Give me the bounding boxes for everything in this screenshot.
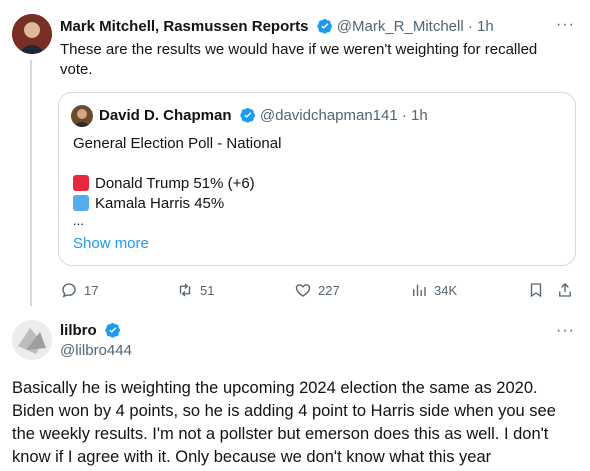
views-count: 34K	[434, 282, 458, 298]
quote-line-trump: Donald Trump 51% (+6)	[73, 175, 255, 192]
tweet2-text: Basically he is weighting the upcoming 2…	[12, 379, 556, 466]
quote-time[interactable]: · 1h	[402, 107, 428, 124]
quote-header: David D. Chapman @davidchapman141 · 1h	[99, 107, 428, 127]
retweet-count: 51	[200, 282, 215, 298]
like-button[interactable]: 227	[294, 281, 340, 299]
harris-result: Kamala Harris 45%	[95, 195, 225, 212]
tweet2-header: lilbro	[60, 322, 121, 342]
quote-title: General Election Poll - National	[73, 135, 282, 152]
verified-badge-icon	[316, 18, 333, 38]
tweet1-text: These are the results we would have if w…	[60, 41, 538, 78]
quote-ellipsis: ...	[73, 213, 84, 228]
quote-author-name[interactable]: David D. Chapman	[99, 107, 232, 124]
tweet-time[interactable]: · 1h	[468, 18, 494, 35]
avatar-mark-mitchell[interactable]	[12, 14, 52, 54]
avatar-david-chapman[interactable]	[71, 105, 93, 127]
tweet1-header: Mark Mitchell, Rasmussen Reports @Mark_R…	[60, 18, 494, 38]
reply-icon	[62, 283, 76, 298]
more-options-icon[interactable]: ···	[556, 16, 575, 34]
heart-icon	[295, 284, 311, 297]
retweet-button[interactable]: 51	[176, 281, 214, 299]
verified-badge-icon	[105, 322, 121, 342]
bookmark-icon	[530, 283, 542, 298]
author-name[interactable]: Mark Mitchell, Rasmussen Reports	[60, 18, 308, 35]
author-handle[interactable]: @lilbro444	[60, 342, 132, 359]
reply-count: 17	[84, 282, 99, 298]
verified-badge-icon	[240, 107, 256, 127]
reply-button[interactable]: 17	[60, 281, 98, 299]
like-count: 227	[318, 282, 340, 298]
trump-result: Donald Trump 51% (+6)	[95, 175, 255, 192]
views-chart-icon	[413, 284, 426, 296]
more-options-icon[interactable]: ···	[556, 322, 575, 340]
show-more-link[interactable]: Show more	[73, 235, 149, 252]
thread-line	[30, 60, 32, 306]
share-button[interactable]	[556, 281, 574, 299]
quoted-tweet-card[interactable]: David D. Chapman @davidchapman141 · 1h G…	[58, 92, 576, 266]
views-button[interactable]: 34K	[410, 281, 457, 299]
blue-square-icon	[73, 195, 89, 211]
bookmark-button[interactable]	[527, 281, 545, 299]
avatar-lilbro[interactable]	[12, 320, 52, 360]
red-square-icon	[73, 175, 89, 191]
retweet-icon	[179, 283, 191, 297]
quote-line-harris: Kamala Harris 45%	[73, 195, 224, 212]
author-name[interactable]: lilbro	[60, 322, 97, 339]
share-icon	[559, 283, 571, 297]
quote-author-handle[interactable]: @davidchapman141	[260, 107, 398, 124]
author-handle[interactable]: @Mark_R_Mitchell	[337, 18, 464, 35]
